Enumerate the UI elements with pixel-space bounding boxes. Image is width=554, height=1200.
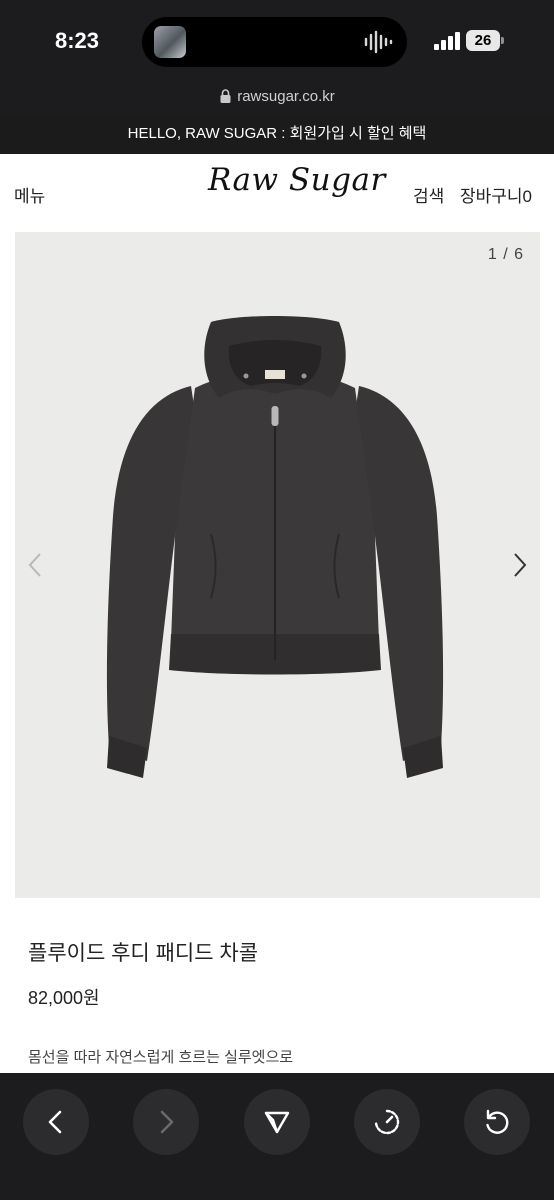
- reload-icon: [486, 1109, 509, 1134]
- status-time: 8:23: [55, 28, 100, 53]
- now-playing-thumbnail: [154, 26, 186, 58]
- back-button[interactable]: [23, 1089, 89, 1155]
- cart-button[interactable]: 장바구니0: [460, 182, 532, 207]
- speed-icon: [374, 1109, 400, 1135]
- back-icon: [48, 1110, 62, 1134]
- speed-button[interactable]: [354, 1089, 420, 1155]
- audio-waveform-icon: [364, 30, 393, 54]
- forward-button[interactable]: [133, 1089, 199, 1155]
- forward-icon: [160, 1110, 174, 1134]
- dynamic-island[interactable]: [142, 17, 407, 67]
- url-text: rawsugar.co.kr: [237, 88, 335, 105]
- site-header: 메뉴 Raw Sugar 검색 장바구니0: [0, 154, 554, 230]
- search-button[interactable]: 검색: [413, 182, 444, 207]
- reload-button[interactable]: [464, 1089, 530, 1155]
- share-button[interactable]: [244, 1089, 310, 1155]
- promo-banner[interactable]: HELLO, RAW SUGAR : 회원가입 시 할인 혜택: [0, 114, 554, 154]
- menu-button[interactable]: 메뉴: [14, 182, 45, 207]
- image-counter: 1 / 6: [487, 246, 524, 263]
- browser-address-bar[interactable]: rawsugar.co.kr: [0, 80, 554, 114]
- status-bar: 8:23 26: [0, 0, 554, 80]
- product-image-gallery[interactable]: 1 / 6: [15, 232, 540, 898]
- chevron-left-icon[interactable]: [25, 550, 45, 580]
- battery-tip: [501, 37, 504, 44]
- product-image-hoodie: [106, 316, 444, 778]
- browser-toolbar: [0, 1073, 554, 1200]
- chevron-right-icon[interactable]: [510, 550, 530, 580]
- cellular-signal-icon: [434, 32, 460, 50]
- product-description: 몸선을 따라 자연스럽게 흐르는 실루엣으로: [28, 1049, 294, 1066]
- url-display[interactable]: rawsugar.co.kr: [0, 88, 554, 105]
- product-name: 플루이드 후디 패디드 차콜: [28, 942, 259, 965]
- share-icon: [264, 1111, 290, 1134]
- lock-icon: [220, 89, 231, 103]
- battery-indicator: 26: [466, 30, 500, 51]
- brand-logo[interactable]: Raw Sugar: [208, 162, 386, 198]
- product-price: 82,000원: [28, 988, 100, 1008]
